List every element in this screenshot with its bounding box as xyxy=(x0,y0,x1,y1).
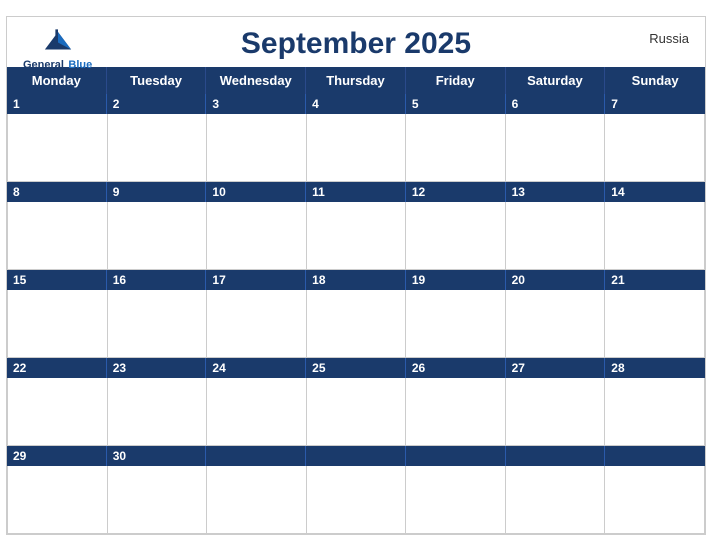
date-label-10: 10 xyxy=(206,182,306,202)
date-label-27: 27 xyxy=(506,358,606,378)
day-cell-21 xyxy=(605,290,705,358)
day-cell-25 xyxy=(307,378,407,446)
date-label-1: 1 xyxy=(7,94,107,114)
date-label-9: 9 xyxy=(107,182,207,202)
date-label-11: 11 xyxy=(306,182,406,202)
day-cell-28 xyxy=(605,378,705,446)
day-cell-empty-5 xyxy=(506,466,606,534)
day-cell-11 xyxy=(307,202,407,270)
date-label-19: 19 xyxy=(406,270,506,290)
day-cell-26 xyxy=(406,378,506,446)
date-label-3: 3 xyxy=(206,94,306,114)
date-label-26: 26 xyxy=(406,358,506,378)
day-cell-24 xyxy=(207,378,307,446)
date-label-empty xyxy=(306,446,406,466)
day-cell-1 xyxy=(8,114,108,182)
day-header-friday: Friday xyxy=(406,67,506,94)
date-label-29: 29 xyxy=(7,446,107,466)
date-label-18: 18 xyxy=(306,270,406,290)
day-cell-20 xyxy=(506,290,606,358)
day-header-wednesday: Wednesday xyxy=(206,67,306,94)
day-cell-18 xyxy=(307,290,407,358)
day-cell-27 xyxy=(506,378,606,446)
day-cell-29 xyxy=(8,466,108,534)
day-cell-17 xyxy=(207,290,307,358)
month-title: September 2025 xyxy=(241,27,471,61)
day-header-thursday: Thursday xyxy=(306,67,406,94)
week-content-row-3 xyxy=(7,378,705,446)
date-label-22: 22 xyxy=(7,358,107,378)
week-content-row-2 xyxy=(7,290,705,358)
date-label-7: 7 xyxy=(605,94,705,114)
week-header-row-0: 1234567 xyxy=(7,94,705,114)
day-header-sunday: Sunday xyxy=(605,67,705,94)
date-label-4: 4 xyxy=(306,94,406,114)
week-header-row-4: 2930 xyxy=(7,446,705,466)
week-header-row-3: 22232425262728 xyxy=(7,358,705,378)
day-cell-16 xyxy=(108,290,208,358)
date-label-6: 6 xyxy=(506,94,606,114)
day-cell-3 xyxy=(207,114,307,182)
date-label-24: 24 xyxy=(206,358,306,378)
date-label-15: 15 xyxy=(7,270,107,290)
logo-general-text: General Blue xyxy=(23,55,92,73)
calendar-body: 1234567891011121314151617181920212223242… xyxy=(7,94,705,534)
date-label-8: 8 xyxy=(7,182,107,202)
day-cell-14 xyxy=(605,202,705,270)
date-label-12: 12 xyxy=(406,182,506,202)
day-cell-15 xyxy=(8,290,108,358)
calendar: General Blue September 2025 Russia Monda… xyxy=(6,16,706,535)
date-label-28: 28 xyxy=(605,358,705,378)
day-cell-7 xyxy=(605,114,705,182)
week-header-row-2: 15161718192021 xyxy=(7,270,705,290)
day-cell-empty-4 xyxy=(406,466,506,534)
week-header-row-1: 891011121314 xyxy=(7,182,705,202)
day-cell-empty-6 xyxy=(605,466,705,534)
date-label-14: 14 xyxy=(605,182,705,202)
logo-icon xyxy=(40,25,76,53)
date-label-21: 21 xyxy=(605,270,705,290)
day-cell-12 xyxy=(406,202,506,270)
week-content-row-4 xyxy=(7,466,705,534)
day-cell-empty-3 xyxy=(307,466,407,534)
date-label-23: 23 xyxy=(107,358,207,378)
date-label-empty xyxy=(406,446,506,466)
day-cell-empty-2 xyxy=(207,466,307,534)
date-label-empty xyxy=(506,446,606,466)
week-content-row-0 xyxy=(7,114,705,182)
date-label-17: 17 xyxy=(206,270,306,290)
day-cell-6 xyxy=(506,114,606,182)
logo: General Blue xyxy=(23,25,92,73)
date-label-16: 16 xyxy=(107,270,207,290)
day-cell-5 xyxy=(406,114,506,182)
date-label-empty xyxy=(206,446,306,466)
day-cell-19 xyxy=(406,290,506,358)
day-cell-4 xyxy=(307,114,407,182)
day-cell-23 xyxy=(108,378,208,446)
calendar-header: General Blue September 2025 Russia xyxy=(7,17,705,67)
days-header: MondayTuesdayWednesdayThursdayFridaySatu… xyxy=(7,67,705,94)
date-label-25: 25 xyxy=(306,358,406,378)
day-cell-2 xyxy=(108,114,208,182)
country-label: Russia xyxy=(649,31,689,46)
date-label-empty xyxy=(605,446,705,466)
date-label-20: 20 xyxy=(506,270,606,290)
date-label-5: 5 xyxy=(406,94,506,114)
day-cell-9 xyxy=(108,202,208,270)
date-label-13: 13 xyxy=(506,182,606,202)
day-cell-30 xyxy=(108,466,208,534)
day-cell-10 xyxy=(207,202,307,270)
date-label-2: 2 xyxy=(107,94,207,114)
day-cell-22 xyxy=(8,378,108,446)
day-cell-8 xyxy=(8,202,108,270)
day-header-saturday: Saturday xyxy=(506,67,606,94)
week-content-row-1 xyxy=(7,202,705,270)
date-label-30: 30 xyxy=(107,446,207,466)
day-header-tuesday: Tuesday xyxy=(107,67,207,94)
day-cell-13 xyxy=(506,202,606,270)
